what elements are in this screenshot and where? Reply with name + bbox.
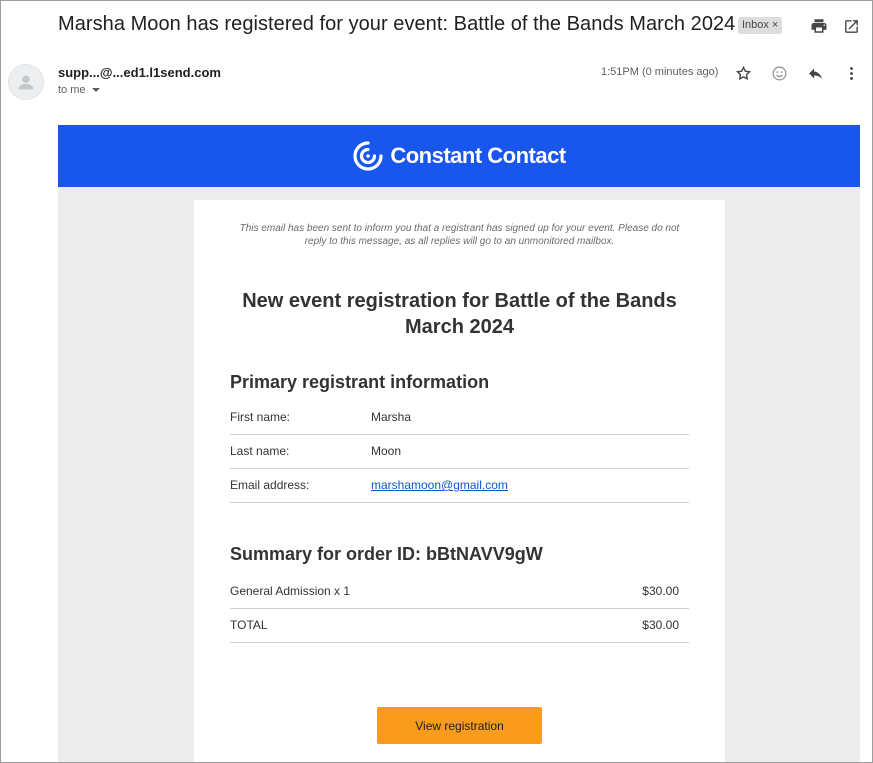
brand-banner: Constant Contact	[58, 125, 860, 187]
field-value: Marsha	[371, 410, 412, 424]
constant-contact-logo-icon	[353, 141, 383, 171]
field-label: Last name:	[230, 444, 290, 458]
email-view: Marsha Moon has registered for your even…	[0, 0, 873, 763]
field-label: First name:	[230, 410, 291, 424]
order-item-label: General Admission x 1	[230, 584, 351, 598]
email-body: Constant Contact This email has been sen…	[58, 125, 860, 762]
inbox-label-chip[interactable]: Inbox ×	[738, 17, 783, 34]
remove-label-button[interactable]: ×	[772, 19, 778, 31]
avatar-icon	[18, 75, 34, 90]
registrant-row: Email address: marshamoon@gmail.com	[230, 469, 689, 503]
sender-avatar[interactable]	[8, 64, 44, 100]
field-label: Email address:	[230, 478, 310, 492]
email-link[interactable]: marshamoon@gmail.com	[371, 478, 508, 492]
order-total-amount: $30.00	[642, 618, 679, 632]
chevron-down-icon	[91, 88, 100, 92]
sender-address[interactable]: supp...@...ed1.l1send.com	[58, 65, 221, 80]
registrant-row: Last name: Moon	[230, 435, 689, 469]
recipient-details-toggle[interactable]: to me	[58, 84, 100, 96]
brand-name: Constant Contact	[390, 143, 566, 168]
email-subject: Marsha Moon has registered for your even…	[58, 13, 736, 35]
star-icon[interactable]	[733, 63, 753, 83]
message-timestamp: 1:51PM (0 minutes ago)	[601, 66, 719, 78]
print-icon[interactable]	[809, 16, 829, 36]
more-vert-icon[interactable]	[841, 63, 861, 83]
open-in-new-icon[interactable]	[841, 16, 861, 36]
field-value: Moon	[371, 444, 402, 458]
emoji-icon[interactable]	[769, 63, 789, 83]
registrant-section-title: Primary registrant information	[230, 372, 490, 392]
order-item-amount: $30.00	[642, 584, 679, 598]
order-total-label: TOTAL	[230, 618, 268, 632]
order-row: General Admission x 1 $30.00	[230, 575, 689, 609]
order-section-title: Summary for order ID: bBtNAVV9gW	[230, 544, 543, 564]
registration-card: This email has been sent to inform you t…	[194, 200, 725, 762]
brand-logo[interactable]: Constant Contact	[352, 140, 566, 172]
recipient-text: to me	[58, 84, 86, 96]
notice-text: This email has been sent to inform you t…	[239, 223, 680, 247]
email-headline: New event registration for Battle of the…	[242, 290, 677, 338]
view-registration-button[interactable]: View registration	[377, 707, 542, 744]
reply-icon[interactable]	[805, 63, 825, 83]
inbox-label-text: Inbox	[742, 19, 769, 31]
registrant-row: First name: Marsha	[230, 401, 689, 435]
order-total-row: TOTAL $30.00	[230, 609, 689, 643]
